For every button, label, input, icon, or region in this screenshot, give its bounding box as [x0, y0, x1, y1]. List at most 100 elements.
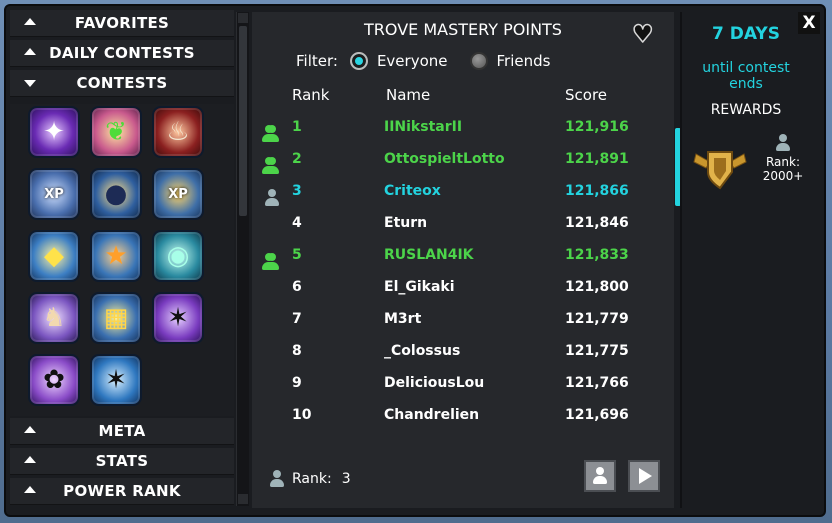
- row-name: OttospieltLotto: [384, 151, 505, 167]
- play-button[interactable]: [628, 460, 660, 492]
- leaderboard-row[interactable]: 6 El_Gikaki 121,800: [252, 271, 674, 303]
- row-rank: 9: [292, 375, 302, 391]
- row-score: 121,779: [565, 311, 629, 327]
- column-score: Score: [565, 86, 608, 104]
- filter-bar: Filter: Everyone Friends: [296, 52, 550, 70]
- my-rank-value: 3: [341, 471, 351, 487]
- section-label: POWER RANK: [63, 482, 181, 500]
- row-score: 121,846: [565, 215, 629, 231]
- row-score: 121,891: [565, 151, 629, 167]
- row-rank: 7: [292, 311, 302, 327]
- heart-icon[interactable]: ♥: [631, 19, 654, 49]
- sprout-icon[interactable]: ❦: [90, 106, 142, 158]
- play-icon: [639, 468, 652, 484]
- row-name: DeliciousLou: [384, 375, 485, 391]
- reward-badge-icon[interactable]: [692, 144, 748, 196]
- xp-label: XP: [168, 186, 188, 202]
- row-score: 121,766: [565, 375, 629, 391]
- leaderboard-row[interactable]: 4 Eturn 121,846: [252, 207, 674, 239]
- row-rank: 1: [292, 119, 302, 135]
- until-contest-ends: until contest ends: [702, 60, 790, 92]
- section-label: META: [98, 422, 146, 440]
- leaderboard-row[interactable]: 3 Criteox 121,866: [252, 175, 674, 207]
- section-label: FAVORITES: [74, 14, 170, 32]
- column-name: Name: [386, 86, 431, 104]
- close-button[interactable]: X: [798, 12, 820, 34]
- leaderboard-row[interactable]: 5 RUSLAN4IK 121,833: [252, 239, 674, 271]
- orb-wings-icon[interactable]: ◉: [152, 230, 204, 282]
- row-name: Criteox: [384, 183, 441, 199]
- player-icon: [776, 134, 790, 152]
- row-name: M3rt: [384, 311, 422, 327]
- row-name: _Colossus: [384, 343, 461, 359]
- section-label: CONTESTS: [76, 74, 168, 92]
- xp-shield-icon[interactable]: XP: [152, 168, 204, 220]
- leaderboard-row[interactable]: 10 Chandrelien 121,696: [252, 399, 674, 431]
- row-rank: 2: [292, 151, 302, 167]
- section-stats[interactable]: STATS: [10, 448, 234, 475]
- row-rank: 3: [292, 183, 302, 199]
- reward-rank-label: Rank:: [765, 155, 801, 169]
- rewards-heading: REWARDS: [710, 102, 782, 118]
- person-icon: [593, 467, 607, 485]
- filter-friends-label[interactable]: Friends: [497, 52, 551, 70]
- xp-label: XP: [44, 186, 64, 202]
- row-name: Chandrelien: [384, 407, 480, 423]
- days-remaining: 7 DAYS: [712, 24, 780, 44]
- reward-rank-info: Rank: 2000+: [760, 134, 806, 183]
- my-rank-label: Rank:: [292, 471, 332, 487]
- scroll-down-button[interactable]: [238, 494, 248, 504]
- sidebar-scrollbar[interactable]: [236, 12, 249, 506]
- row-score: 121,833: [565, 247, 629, 263]
- star-wings-icon[interactable]: ★: [90, 230, 142, 282]
- bomb-icon[interactable]: ●: [90, 168, 142, 220]
- panel-divider: [680, 12, 682, 508]
- gold-cube-icon[interactable]: ▦: [90, 292, 142, 344]
- magic-star-icon[interactable]: ✦: [28, 106, 80, 158]
- leaderboard-row[interactable]: 1 IINikstarII 121,916: [252, 111, 674, 143]
- filter-label: Filter:: [296, 52, 338, 70]
- contest-info-panel: 7 DAYS until contest ends REWARDS Rank: …: [684, 12, 818, 508]
- section-meta[interactable]: META: [10, 418, 234, 445]
- filter-everyone-label[interactable]: Everyone: [377, 52, 448, 70]
- chevron-up-icon: [24, 426, 36, 433]
- row-name: Eturn: [384, 215, 428, 231]
- row-rank: 4: [292, 215, 302, 231]
- section-power-rank[interactable]: POWER RANK: [10, 478, 234, 505]
- leaderboard-row[interactable]: 9 DeliciousLou 121,766: [252, 367, 674, 399]
- row-score: 121,696: [565, 407, 629, 423]
- wheat-figure-icon[interactable]: ✿: [28, 354, 80, 406]
- meat-icon[interactable]: ♨: [152, 106, 204, 158]
- xp-wings-icon[interactable]: XP: [28, 168, 80, 220]
- row-rank: 10: [292, 407, 312, 423]
- scrollbar-thumb[interactable]: [239, 26, 247, 216]
- leaping-figure-icon[interactable]: ✶: [90, 354, 142, 406]
- dragon-icon[interactable]: ♞: [28, 292, 80, 344]
- profile-button[interactable]: [584, 460, 616, 492]
- chevron-down-icon: [24, 80, 36, 87]
- section-contests[interactable]: CONTESTS: [10, 70, 234, 97]
- scroll-up-button[interactable]: [238, 13, 248, 23]
- filter-everyone-radio[interactable]: [349, 52, 368, 70]
- chevron-up-icon: [24, 486, 36, 493]
- chevron-up-icon: [24, 456, 36, 463]
- reward-rank-value: 2000+: [762, 169, 804, 183]
- leaderboard-row[interactable]: 7 M3rt 121,779: [252, 303, 674, 335]
- section-label: STATS: [95, 452, 149, 470]
- leaderboard-panel: TROVE MASTERY POINTS ♥ Filter: Everyone …: [252, 12, 674, 508]
- row-rank: 6: [292, 279, 302, 295]
- row-rank: 5: [292, 247, 302, 263]
- row-score: 121,800: [565, 279, 629, 295]
- section-favorites[interactable]: FAVORITES: [10, 10, 234, 37]
- section-daily-contests[interactable]: DAILY CONTESTS: [10, 40, 234, 67]
- row-name: IINikstarII: [384, 119, 463, 135]
- leaderboard-row[interactable]: 8 _Colossus 121,775: [252, 335, 674, 367]
- winged-cube-icon[interactable]: ◆: [28, 230, 80, 282]
- chevron-up-icon: [24, 48, 36, 55]
- jumping-figure-icon[interactable]: ✶: [152, 292, 204, 344]
- row-rank: 8: [292, 343, 302, 359]
- filter-friends-radio[interactable]: [469, 52, 488, 70]
- leaderboard-title: TROVE MASTERY POINTS: [364, 20, 562, 39]
- row-score: 121,916: [565, 119, 629, 135]
- leaderboard-row[interactable]: 2 OttospieltLotto 121,891: [252, 143, 674, 175]
